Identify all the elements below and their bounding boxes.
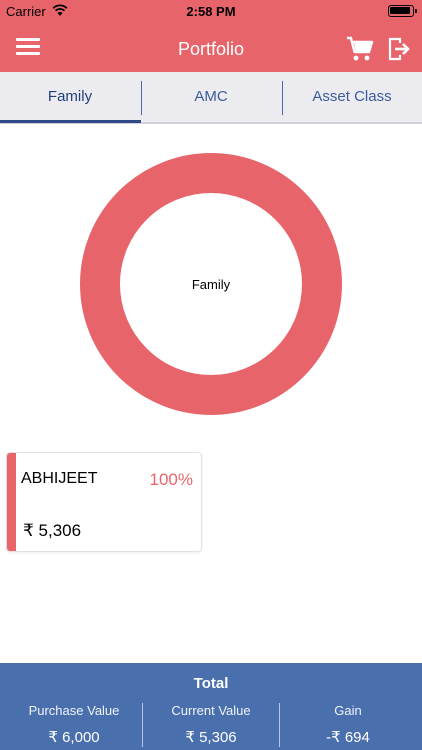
cart-icon[interactable] [346, 36, 374, 62]
member-amount: ₹ 5,306 [23, 521, 82, 540]
member-name: ABHIJEET [21, 470, 98, 487]
tab-bar: Family AMC Asset Class [0, 72, 422, 124]
nav-bar: Portfolio [0, 22, 422, 72]
gain-label: Gain [334, 703, 362, 718]
current-value: ₹ 5,306 [185, 729, 237, 746]
active-tab-indicator [0, 120, 141, 123]
current-value-column: Current Value ₹ 5,306 [141, 703, 281, 746]
battery-icon [388, 5, 417, 17]
tab-asset-class[interactable]: Asset Class [282, 72, 422, 122]
purchase-value-label: Purchase Value [28, 703, 120, 718]
tab-amc[interactable]: AMC [141, 72, 281, 122]
member-card[interactable]: ABHIJEET 100% ₹ 5,306 [6, 452, 202, 552]
family-donut-chart: Family [80, 153, 342, 415]
status-time: 2:58 PM [186, 4, 236, 19]
purchase-value-column: Purchase Value ₹ 6,000 [4, 703, 144, 746]
tab-family[interactable]: Family [0, 72, 140, 122]
gain-value: -₹ 694 [326, 729, 370, 746]
current-value-label: Current Value [171, 703, 251, 718]
purchase-value: ₹ 6,000 [48, 729, 100, 746]
totals-footer: Total Purchase Value ₹ 6,000 Current Val… [0, 663, 422, 750]
totals-title: Total [193, 675, 229, 692]
gain-column: Gain -₹ 694 [278, 703, 418, 746]
logout-icon[interactable] [388, 37, 410, 61]
member-percent: 100% [149, 470, 193, 489]
card-accent-bar [7, 453, 16, 551]
chart-center-label: Family [192, 277, 231, 292]
status-bar: Carrier 2:58 PM [0, 0, 422, 22]
